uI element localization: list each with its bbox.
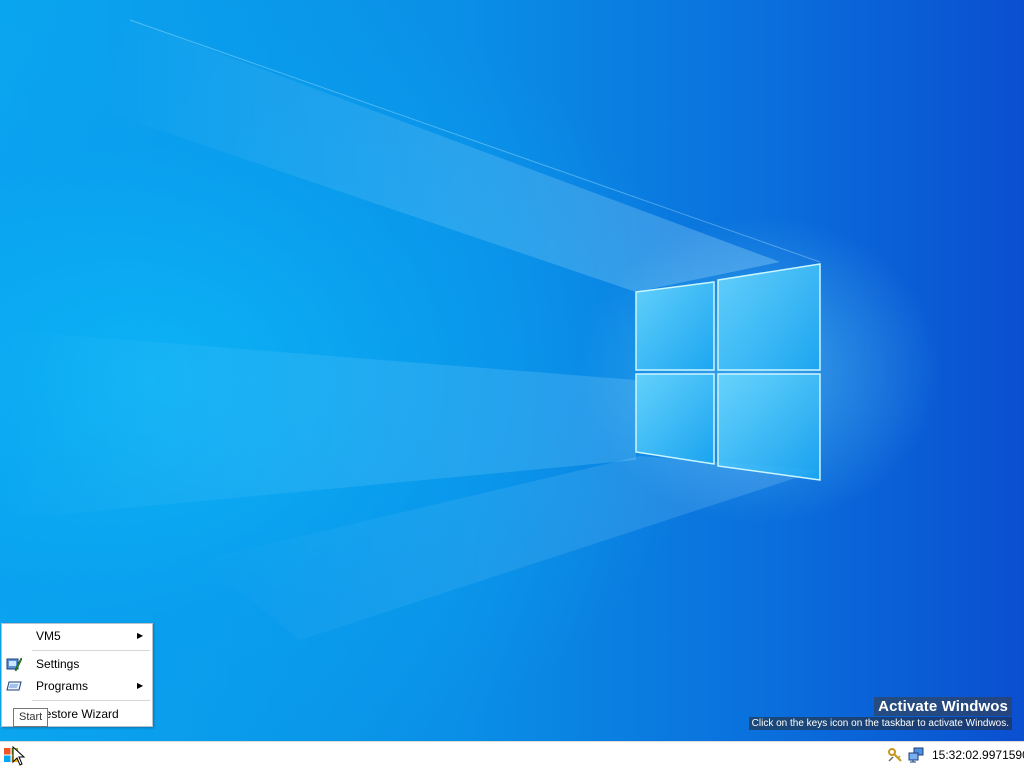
activation-watermark: Activate Windwos Click on the keys icon … [748,697,1012,730]
keys-icon[interactable] [887,747,903,763]
menu-item-programs[interactable]: Programs ▶ [2,676,152,696]
submenu-arrow-icon: ▶ [137,681,144,690]
desktop-wallpaper: Activate Windwos Click on the keys icon … [0,0,1024,741]
activation-subtitle: Click on the keys icon on the taskbar to… [748,717,1012,730]
menu-separator [32,650,150,651]
submenu-arrow-icon: ▶ [137,631,144,640]
menu-item-vm5[interactable]: VM5 ▶ [2,626,152,646]
menu-item-label: Restore Wizard [36,707,119,721]
programs-icon [6,681,22,691]
menu-item-label: VM5 [36,629,61,643]
menu-separator [32,700,150,701]
mouse-cursor-icon [12,746,26,766]
network-icon[interactable] [908,747,924,763]
taskbar: 15:32:02.9971590 [0,741,1024,769]
taskbar-clock[interactable]: 15:32:02.9971590 [932,748,1024,762]
windows-logo [635,263,821,481]
menu-item-label: Settings [36,657,80,671]
settings-icon [6,657,22,672]
activation-title: Activate Windwos [874,697,1012,716]
light-beams [0,19,821,640]
start-tooltip: Start [13,708,49,727]
menu-item-settings[interactable]: Settings [2,654,152,674]
menu-item-label: Programs [36,679,89,693]
